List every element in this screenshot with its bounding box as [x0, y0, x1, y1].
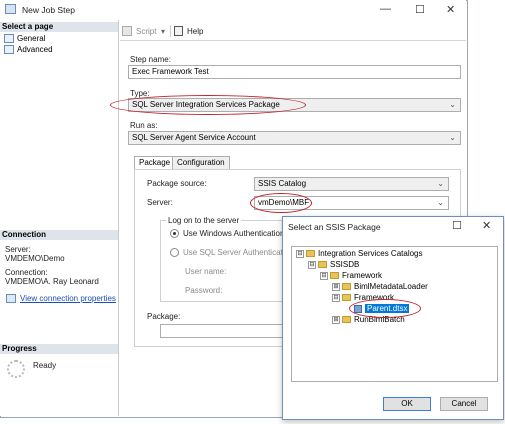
dialog-maximize-button[interactable]: ☐ — [452, 219, 462, 232]
page-item-advanced[interactable]: Advanced — [4, 45, 53, 55]
connection-server-label: Server: — [5, 245, 31, 254]
package-source-value: SSIS Catalog — [258, 179, 307, 188]
app-icon — [5, 4, 16, 14]
windows-auth-radio[interactable]: Use Windows Authentication — [170, 229, 285, 239]
step-name-input[interactable]: Exec Framework Test — [128, 65, 461, 79]
run-as-label: Run as: — [130, 121, 158, 130]
dialog-title: Select an SSIS Package — [288, 222, 381, 232]
tab-package[interactable]: Package — [134, 156, 176, 170]
page-label: General — [17, 34, 46, 43]
tree-node-label: BimlMetadataLoader — [354, 282, 428, 291]
tree-node-label: SSISDB — [330, 260, 360, 269]
collapse-icon[interactable]: ⊟ — [308, 260, 316, 269]
tab-configuration[interactable]: Configuration — [172, 156, 230, 170]
windows-auth-label: Use Windows Authentication — [183, 229, 285, 238]
chevron-down-icon: ⌄ — [449, 133, 456, 142]
expand-icon[interactable]: ⊞ — [332, 315, 340, 324]
server-label: Server: — [147, 198, 173, 207]
folder-icon — [342, 316, 351, 324]
script-icon — [122, 26, 132, 36]
page-label: Advanced — [17, 45, 53, 54]
collapse-icon[interactable]: ⊟ — [296, 249, 304, 258]
toolbar-separator — [120, 40, 466, 41]
package-highlight-ellipse — [349, 299, 421, 318]
toolbar-divider — [170, 25, 171, 37]
server-highlight-ellipse — [250, 193, 312, 213]
chevron-down-icon: ⌄ — [437, 179, 444, 188]
sql-auth-label: Use SQL Server Authentication — [183, 248, 294, 257]
package-input[interactable] — [160, 324, 288, 338]
sql-auth-radio[interactable]: Use SQL Server Authentication — [170, 248, 294, 258]
maximize-button[interactable]: ☐ — [415, 3, 425, 16]
expand-icon[interactable]: ⊞ — [332, 282, 340, 291]
radio-unselected-icon — [170, 248, 179, 258]
progress-spinner-icon — [7, 360, 25, 378]
chevron-down-icon: ⌄ — [437, 198, 444, 207]
page-icon — [4, 34, 14, 44]
cancel-button[interactable]: Cancel — [440, 397, 488, 411]
script-button[interactable]: Script — [136, 27, 156, 36]
script-dropdown-chevron-icon[interactable]: ▾ — [161, 27, 165, 36]
view-connection-properties-link[interactable]: View connection properties — [20, 294, 116, 303]
tree-node-ssisdb[interactable]: ⊟ SSISDB — [308, 260, 359, 269]
folder-icon — [342, 294, 351, 302]
tree-node-label: Integration Services Catalogs — [318, 249, 423, 258]
window-title: New Job Step — [22, 5, 75, 15]
connection-value: VMDEMO\A. Ray Leonard — [5, 277, 99, 286]
title-bar: New Job Step — ☐ ✕ — [0, 0, 466, 20]
step-name-label: Step name: — [130, 55, 171, 64]
close-button[interactable]: ✕ — [446, 3, 455, 16]
user-name-label: User name: — [185, 267, 227, 276]
progress-status: Ready — [33, 361, 57, 370]
run-as-select[interactable]: SQL Server Agent Service Account ⌄ — [128, 131, 461, 145]
tree-node-label: Framework — [342, 271, 383, 280]
tree-node-bimlmetadataloader[interactable]: ⊞ BimlMetadataLoader — [332, 282, 428, 291]
folder-icon — [306, 250, 315, 258]
left-pane — [0, 20, 119, 416]
chevron-down-icon: ⌄ — [449, 100, 456, 109]
connection-server-value: VMDEMO\Demo — [5, 254, 65, 263]
package-source-label: Package source: — [147, 179, 207, 188]
radio-selected-icon — [170, 229, 179, 239]
collapse-icon[interactable]: ⊟ — [332, 293, 340, 302]
dialog-close-button[interactable]: ✕ — [482, 219, 491, 232]
package-label: Package: — [147, 312, 181, 321]
run-as-select-value: SQL Server Agent Service Account — [132, 133, 256, 142]
folder-icon — [330, 272, 339, 280]
connection-properties-icon — [6, 294, 16, 303]
tree-node-framework-folder[interactable]: ⊟ Framework — [320, 271, 382, 280]
folder-icon — [342, 283, 351, 291]
help-button[interactable]: Help — [187, 27, 203, 36]
select-page-header: Select a page — [0, 22, 118, 32]
minimize-button[interactable]: — — [380, 3, 391, 15]
connection-label: Connection: — [5, 268, 48, 277]
collapse-icon[interactable]: ⊟ — [320, 271, 328, 280]
type-highlight-ellipse — [110, 95, 306, 115]
package-source-select[interactable]: SSIS Catalog ⌄ — [254, 177, 449, 191]
folder-icon — [318, 261, 327, 269]
help-icon — [174, 26, 183, 36]
logon-group-label: Log on to the server — [166, 216, 242, 225]
page-item-general[interactable]: General — [4, 34, 46, 44]
page-icon — [4, 45, 14, 55]
tree-node-catalogs[interactable]: ⊟ Integration Services Catalogs — [296, 249, 423, 258]
connection-header: Connection — [0, 230, 118, 240]
password-label: Password: — [185, 286, 223, 295]
progress-header: Progress — [0, 344, 118, 354]
ok-button[interactable]: OK — [383, 397, 431, 411]
